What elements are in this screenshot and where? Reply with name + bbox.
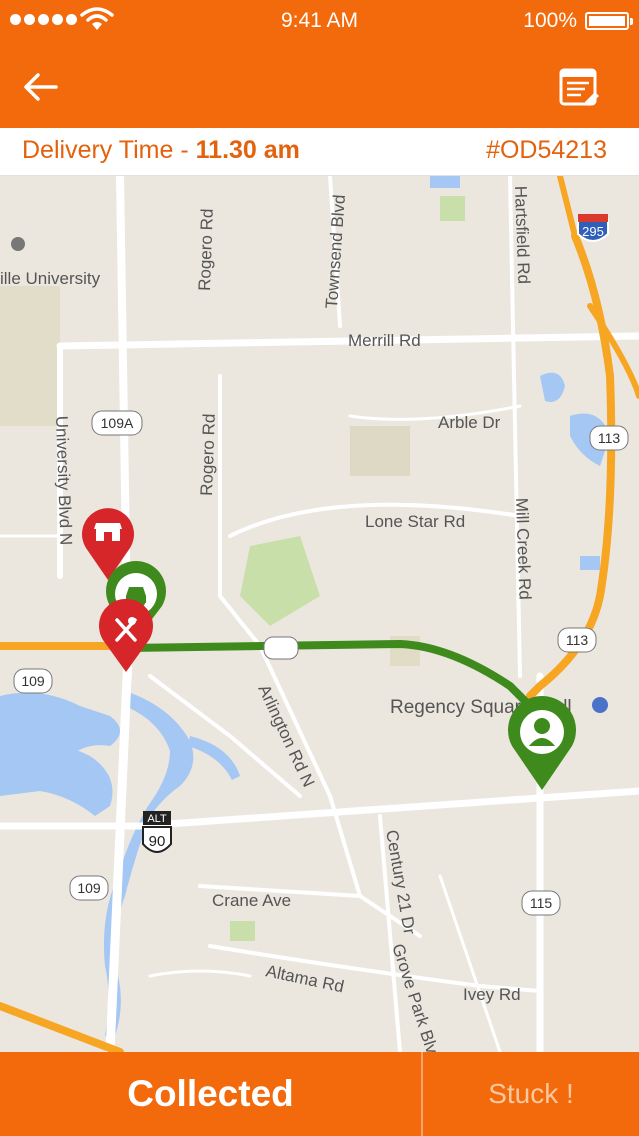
delivery-info-bar: Delivery Time - 11.30 am #OD54213	[0, 128, 639, 176]
shield-113-label: 113	[566, 632, 589, 648]
label-crane: Crane Ave	[212, 891, 291, 910]
label-ivey: Ivey Rd	[463, 985, 521, 1004]
poi-university-icon	[11, 237, 25, 251]
shield-113: 113	[557, 627, 597, 653]
action-bar: Collected Stuck !	[0, 1052, 639, 1136]
poi-mall-icon	[592, 697, 608, 713]
shield-115-label: 115	[530, 895, 553, 911]
label-university-blvd: University Blvd N	[52, 415, 76, 545]
map-block	[350, 426, 410, 476]
shield-295: 295	[577, 214, 609, 242]
label-rogero-top: Rogero Rd	[195, 208, 217, 291]
back-arrow-icon	[24, 73, 58, 101]
delivery-time-value: 11.30 am	[195, 136, 300, 164]
back-button[interactable]	[18, 64, 64, 110]
order-id: #OD54213	[486, 136, 607, 164]
park-area	[240, 536, 320, 626]
label-mill-creek: Mill Creek Rd	[512, 497, 535, 600]
label-merrill: Merrill Rd	[348, 331, 421, 350]
shield-alt-label: ALT	[147, 813, 167, 825]
river	[188, 736, 240, 780]
battery-percent: 100%	[523, 9, 577, 32]
shield-295-label: 295	[582, 224, 604, 239]
label-lone-star: Lone Star Rd	[365, 512, 465, 531]
river	[0, 736, 113, 816]
map-canvas: 295 109A 113 113 109 109 115 ALT 90 ille…	[0, 176, 639, 1052]
road-network	[0, 176, 639, 1052]
shield-113-top-label: 113	[598, 430, 621, 446]
shield-109-b-label: 109	[77, 880, 101, 896]
order-details-button[interactable]	[559, 66, 599, 108]
pond	[540, 372, 565, 402]
pond	[430, 176, 460, 188]
shield-113-top: 113	[589, 425, 629, 451]
status-bar: 9:41 AM 100%	[0, 0, 639, 40]
label-townsend: Townsend Blvd	[322, 194, 349, 309]
customer-marker-icon[interactable]	[508, 696, 576, 790]
shield-route-mid	[263, 636, 299, 660]
shield-alt-90: ALT 90	[142, 811, 172, 853]
shield-109-b: 109	[69, 875, 109, 901]
pond	[580, 556, 600, 570]
app-bar	[0, 40, 639, 128]
label-hartsfield: Hartsfield Rd	[511, 185, 533, 284]
label-arble: Arble Dr	[438, 413, 501, 432]
restaurant-marker-icon[interactable]	[99, 598, 153, 672]
route-map[interactable]: 295 109A 113 113 109 109 115 ALT 90 ille…	[0, 176, 639, 1052]
stuck-button[interactable]: Stuck !	[423, 1052, 639, 1136]
collected-button[interactable]: Collected	[0, 1052, 421, 1136]
shield-90-label: 90	[149, 833, 166, 850]
park-area	[440, 196, 465, 221]
label-rogero: Rogero Rd	[197, 413, 219, 496]
shield-115: 115	[521, 890, 561, 916]
shield-109: 109	[13, 668, 53, 694]
delivery-time-label: Delivery Time -	[22, 136, 196, 164]
shield-109-label: 109	[21, 673, 45, 689]
map-block	[0, 286, 60, 426]
park-area	[230, 921, 255, 941]
shield-109a-label: 109A	[101, 415, 134, 431]
battery-icon	[585, 12, 633, 30]
shield-109a: 109A	[91, 410, 143, 436]
label-university: ille University	[0, 269, 101, 288]
delivery-time: Delivery Time - 11.30 am	[22, 136, 300, 165]
order-details-icon	[559, 68, 599, 106]
